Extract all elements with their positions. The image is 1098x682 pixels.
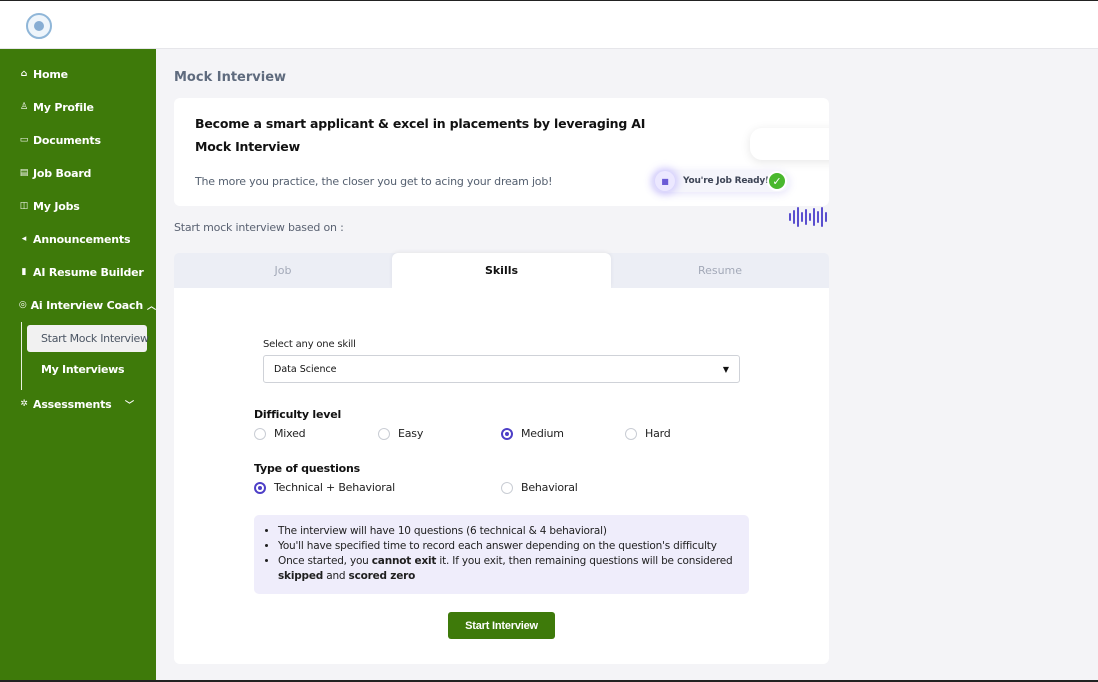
chevron-down-icon[interactable]: ﹀ [125, 398, 134, 411]
info-line: You'll have specified time to record eac… [278, 539, 739, 554]
briefcase-icon: ◫ [19, 201, 29, 211]
sidebar-subitem-start-mock-interview[interactable]: Start Mock Interview [27, 325, 149, 352]
tab-skills[interactable]: Skills [392, 253, 611, 288]
sidebar-subitem-my-interviews[interactable]: My Interviews [41, 363, 125, 376]
job-ready-text: You're Job Ready! [683, 176, 769, 186]
resume-icon: ▮ [21, 267, 27, 277]
sidebar-item-label: Ai Interview Coach [30, 298, 144, 312]
sidebar-item-ai-interview-coach[interactable]: ◎ Ai Interview Coach ︿ [0, 292, 156, 318]
chat-bubble-decoration [750, 128, 829, 160]
skill-select[interactable]: Data Science ▼ [263, 355, 740, 383]
banner-subtext: The more you practice, the closer you ge… [195, 175, 553, 188]
info-line: The interview will have 10 questions (6 … [278, 524, 739, 539]
audio-wave-icon [789, 207, 827, 227]
tab-job[interactable]: Job [174, 253, 392, 288]
difficulty-option-hard[interactable]: Hard [625, 427, 671, 440]
folder-icon: ▭ [19, 135, 29, 145]
sidebar-item-label: Announcements [33, 232, 131, 246]
sidebar-item-my-profile[interactable]: ♙ My Profile [0, 94, 156, 120]
sidebar-item-documents[interactable]: ▭ Documents [0, 127, 156, 153]
caret-down-icon: ▼ [722, 365, 729, 374]
sidebar-item-assessments[interactable]: ✲ Assessments ﹀ [0, 391, 156, 417]
sidebar-item-my-jobs[interactable]: ◫ My Jobs [0, 193, 156, 219]
radio-label: Hard [645, 427, 671, 440]
page-title: Mock Interview [174, 70, 287, 85]
radio-label: Technical + Behavioral [274, 481, 395, 494]
sidebar-item-home[interactable]: ⌂ Home [0, 61, 156, 87]
megaphone-icon: ◂ [21, 234, 27, 244]
radio-icon [378, 427, 390, 440]
chevron-up-icon: ︿ [146, 301, 156, 312]
question-type-option-behavioral[interactable]: Behavioral [501, 481, 578, 494]
sidebar-item-label: Job Board [33, 166, 92, 180]
sidebar-item-label: AI Resume Builder [33, 265, 144, 279]
radio-label: Medium [521, 427, 564, 440]
promo-banner: Become a smart applicant & excel in plac… [174, 98, 829, 206]
difficulty-option-mixed[interactable]: Mixed [254, 427, 306, 440]
sidebar-item-label: My Jobs [33, 199, 80, 213]
institution-logo[interactable] [26, 13, 52, 39]
skill-select-label: Select any one skill [263, 339, 356, 350]
sidebar-item-label: My Profile [33, 100, 94, 114]
interview-basis-tabs: Job Skills Resume [174, 253, 829, 288]
info-line: Once started, you cannot exit it. If you… [278, 554, 739, 584]
sidebar: ⌂ Home ♙ My Profile ▭ Documents ▤ Job Bo… [0, 49, 156, 682]
board-icon: ▤ [19, 168, 29, 178]
radio-icon [254, 427, 266, 440]
sidebar-item-announcements[interactable]: ◂ Announcements [0, 226, 156, 252]
radio-icon [625, 427, 637, 440]
radio-label: Easy [398, 427, 424, 440]
difficulty-option-medium[interactable]: Medium [501, 427, 564, 440]
sidebar-item-label: Home [33, 67, 68, 81]
sidebar-item-ai-resume-builder[interactable]: ▮ AI Resume Builder [0, 259, 156, 285]
radio-label: Behavioral [521, 481, 578, 494]
banner-headline: Become a smart applicant & excel in plac… [195, 116, 646, 154]
radio-label: Mixed [274, 427, 306, 440]
user-icon: ♙ [19, 102, 29, 112]
home-icon: ⌂ [20, 69, 28, 79]
difficulty-option-easy[interactable]: Easy [378, 427, 423, 440]
sidebar-item-label: Documents [33, 133, 101, 147]
start-interview-button[interactable]: Start Interview [448, 612, 555, 639]
radio-icon [501, 481, 513, 494]
interview-info-box: The interview will have 10 questions (6 … [254, 515, 749, 594]
skill-select-value: Data Science [274, 363, 337, 375]
question-type-label: Type of questions [254, 462, 360, 475]
radio-selected-icon [501, 427, 513, 440]
check-icon: ✓ [767, 171, 787, 191]
start-based-on-label: Start mock interview based on : [174, 221, 344, 234]
coach-icon: ◎ [18, 300, 27, 310]
briefcase-icon: ■ [655, 171, 675, 191]
difficulty-label: Difficulty level [254, 408, 342, 421]
sidebar-item-label: Assessments [33, 397, 112, 411]
tab-resume[interactable]: Resume [611, 253, 829, 288]
top-bar [0, 0, 1098, 49]
question-type-option-technical-behavioral[interactable]: Technical + Behavioral [254, 481, 395, 494]
sidebar-item-job-board[interactable]: ▤ Job Board [0, 160, 156, 186]
assessment-icon: ✲ [20, 399, 28, 409]
radio-selected-icon [254, 481, 266, 494]
submenu-rail [21, 322, 22, 390]
